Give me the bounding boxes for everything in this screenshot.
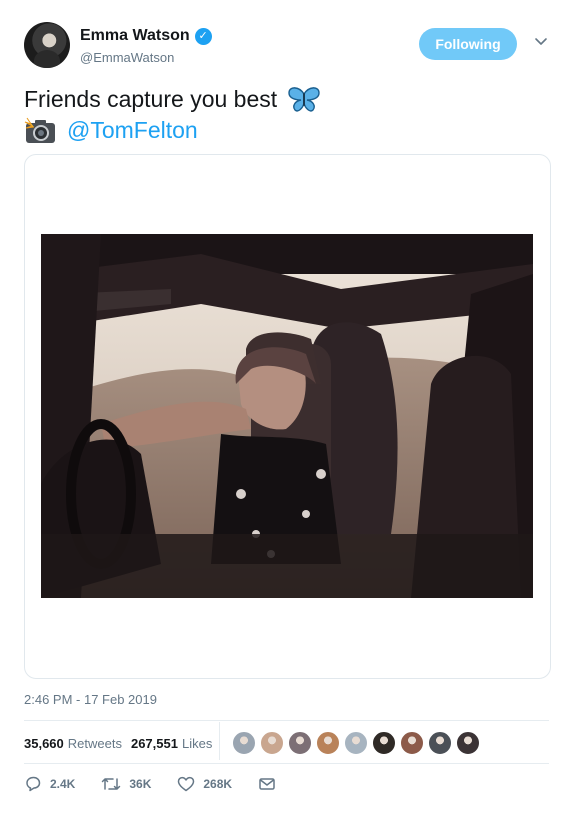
retweets-count[interactable]: 35,660	[24, 736, 64, 751]
like-count: 268K	[203, 777, 233, 791]
liker-avatar[interactable]	[400, 731, 424, 755]
user-handle[interactable]: @EmmaWatson	[80, 50, 174, 65]
liker-avatar[interactable]	[344, 731, 368, 755]
liker-avatar[interactable]	[428, 731, 452, 755]
retweet-count: 36K	[129, 777, 152, 791]
divider	[24, 720, 549, 721]
verified-badge-icon: ✓	[194, 27, 212, 45]
avatar[interactable]	[24, 22, 70, 68]
reply-button[interactable]: 2.4K	[24, 776, 75, 792]
tweet-text: Friends capture you best @TomFelton	[24, 84, 321, 146]
display-name[interactable]: Emma Watson	[80, 27, 190, 45]
retweet-button[interactable]: 36K	[101, 776, 151, 792]
envelope-icon	[259, 778, 275, 790]
tweet-timestamp[interactable]: 2:46 PM - 17 Feb 2019	[24, 692, 157, 707]
tweet-stats: 35,660 Retweets 267,551 Likes	[24, 733, 221, 753]
liker-avatars	[232, 731, 484, 755]
divider	[24, 763, 549, 764]
chevron-down-icon[interactable]	[534, 34, 548, 48]
liker-avatar[interactable]	[372, 731, 396, 755]
butterfly-icon	[288, 86, 320, 112]
name-row: Emma Watson ✓	[80, 27, 212, 45]
heart-icon	[178, 776, 195, 792]
stats-separator	[219, 722, 220, 760]
reply-icon	[26, 776, 41, 792]
like-button[interactable]: 268K	[177, 776, 232, 792]
retweets-label[interactable]: Retweets	[68, 736, 122, 751]
mention-link[interactable]: @TomFelton	[67, 115, 198, 146]
camera-flash-icon	[24, 117, 55, 143]
likes-label[interactable]: Likes	[182, 736, 212, 751]
liker-avatar[interactable]	[260, 731, 284, 755]
direct-message-button[interactable]	[258, 776, 284, 792]
tweet-actions: 2.4K 36K 268K	[24, 776, 310, 792]
liker-avatar[interactable]	[288, 731, 312, 755]
retweet-icon	[102, 778, 121, 790]
tweet-body-text: Friends capture you best	[24, 86, 278, 112]
reply-count: 2.4K	[50, 777, 76, 791]
following-button[interactable]: Following	[419, 28, 517, 60]
liker-avatar[interactable]	[316, 731, 340, 755]
tweet-photo[interactable]	[41, 234, 533, 598]
liker-avatar[interactable]	[456, 731, 480, 755]
liker-avatar[interactable]	[232, 731, 256, 755]
likes-count[interactable]: 267,551	[131, 736, 178, 751]
tweet-header: Emma Watson ✓ @EmmaWatson Following	[24, 22, 547, 70]
